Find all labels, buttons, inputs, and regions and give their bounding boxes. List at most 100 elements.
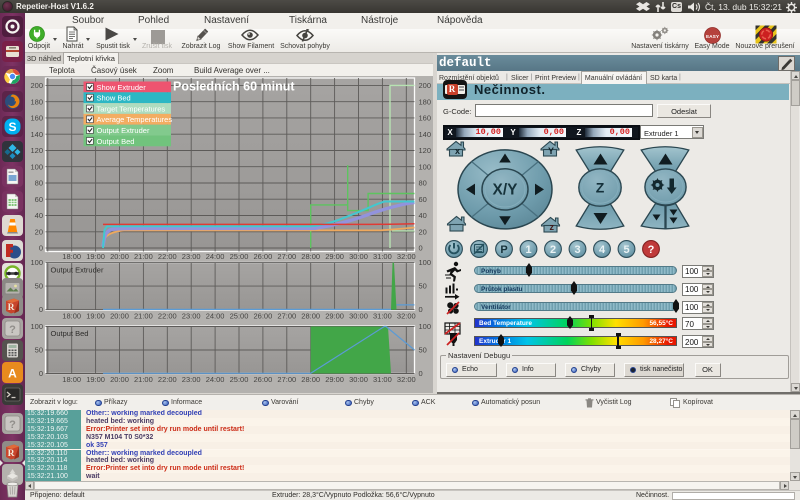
- svg-text:20: 20: [35, 227, 43, 236]
- svg-text:200: 200: [30, 81, 43, 90]
- svg-text:20:00: 20:00: [110, 312, 129, 321]
- svg-text:25:00: 25:00: [230, 312, 249, 321]
- svg-text:X/Y: X/Y: [493, 182, 519, 199]
- svg-text:Show Bed: Show Bed: [97, 94, 131, 103]
- svg-text:180: 180: [30, 97, 43, 106]
- svg-text:100: 100: [419, 162, 432, 171]
- svg-text:60: 60: [419, 195, 427, 204]
- svg-text:21:00: 21:00: [134, 252, 153, 261]
- svg-text:31:00: 31:00: [373, 312, 392, 321]
- svg-text:S: S: [8, 120, 16, 134]
- svg-text:29:00: 29:00: [325, 252, 344, 261]
- svg-text:180: 180: [419, 97, 432, 106]
- svg-text:18:00: 18:00: [62, 312, 81, 321]
- svg-text:50: 50: [35, 346, 43, 355]
- svg-text:32:00: 32:00: [397, 312, 416, 321]
- svg-text:Z: Z: [596, 180, 605, 196]
- svg-text:z: z: [550, 222, 555, 232]
- svg-text:19:00: 19:00: [86, 375, 105, 384]
- svg-text:22:00: 22:00: [158, 252, 177, 261]
- svg-text:1: 1: [525, 244, 531, 256]
- svg-text:200: 200: [419, 81, 432, 90]
- svg-text:?: ?: [9, 419, 16, 431]
- svg-text:A: A: [8, 366, 17, 380]
- svg-text:25:00: 25:00: [230, 375, 249, 384]
- svg-text:Output Extruder: Output Extruder: [51, 266, 104, 275]
- svg-text:22:00: 22:00: [158, 375, 177, 384]
- svg-text:120: 120: [30, 146, 43, 155]
- svg-text:40: 40: [35, 211, 43, 220]
- svg-text:40: 40: [419, 211, 427, 220]
- svg-text:0: 0: [39, 305, 43, 314]
- svg-text:24:00: 24:00: [206, 312, 225, 321]
- svg-text:EASY: EASY: [706, 34, 720, 40]
- svg-text:Y: Y: [548, 146, 554, 156]
- svg-text:120: 120: [419, 146, 432, 155]
- svg-text:29:00: 29:00: [325, 312, 344, 321]
- svg-text:Posledních 60 minut: Posledních 60 minut: [173, 80, 295, 94]
- svg-text:27:00: 27:00: [277, 312, 296, 321]
- svg-text:80: 80: [35, 179, 43, 188]
- svg-text:21:00: 21:00: [134, 312, 153, 321]
- svg-text:0: 0: [39, 244, 43, 253]
- svg-text:R: R: [8, 449, 15, 459]
- svg-text:Output Bed: Output Bed: [97, 137, 135, 146]
- svg-text:x: x: [455, 146, 460, 156]
- svg-text:100: 100: [30, 162, 43, 171]
- svg-text:23:00: 23:00: [182, 252, 201, 261]
- svg-text:5: 5: [623, 244, 629, 256]
- svg-text:50: 50: [35, 282, 43, 291]
- svg-text:22:00: 22:00: [158, 312, 177, 321]
- svg-text:27:00: 27:00: [277, 252, 296, 261]
- svg-text:26:00: 26:00: [254, 312, 273, 321]
- svg-text:Output Bed: Output Bed: [51, 329, 89, 338]
- svg-text:24:00: 24:00: [206, 375, 225, 384]
- svg-text:50: 50: [419, 346, 427, 355]
- svg-text:20: 20: [419, 227, 427, 236]
- svg-text:100: 100: [419, 258, 432, 267]
- svg-text:Average Temperatures: Average Temperatures: [97, 115, 173, 124]
- svg-text:18:00: 18:00: [62, 375, 81, 384]
- svg-text:26:00: 26:00: [254, 375, 273, 384]
- svg-text:23:00: 23:00: [182, 375, 201, 384]
- svg-text:Output Extruder: Output Extruder: [97, 126, 150, 135]
- svg-text:19:00: 19:00: [86, 252, 105, 261]
- svg-text:31:00: 31:00: [373, 375, 392, 384]
- svg-text:28:00: 28:00: [301, 375, 320, 384]
- svg-text:0: 0: [419, 369, 423, 378]
- svg-text:Show Extruder: Show Extruder: [97, 83, 147, 92]
- svg-text:20:00: 20:00: [110, 375, 129, 384]
- svg-text:140: 140: [419, 130, 432, 139]
- svg-text:24:00: 24:00: [206, 252, 225, 261]
- svg-text:28:00: 28:00: [301, 312, 320, 321]
- svg-text:0: 0: [419, 305, 423, 314]
- svg-text:Target Temperatures: Target Temperatures: [97, 104, 166, 113]
- svg-text:31:00: 31:00: [373, 252, 392, 261]
- svg-text:100: 100: [30, 258, 43, 267]
- svg-text:32:00: 32:00: [397, 375, 416, 384]
- svg-text:50: 50: [419, 282, 427, 291]
- svg-text:23:00: 23:00: [182, 312, 201, 321]
- svg-text:?: ?: [648, 244, 655, 256]
- svg-text:2: 2: [550, 244, 556, 256]
- svg-text:160: 160: [30, 114, 43, 123]
- svg-text:80: 80: [419, 179, 427, 188]
- svg-text:30:00: 30:00: [349, 375, 368, 384]
- svg-text:P: P: [500, 244, 507, 256]
- svg-text:25:00: 25:00: [230, 252, 249, 261]
- svg-text:160: 160: [419, 114, 432, 123]
- svg-text:0: 0: [419, 244, 423, 253]
- svg-text:100: 100: [419, 322, 432, 331]
- svg-text:100: 100: [30, 322, 43, 331]
- svg-text:27:00: 27:00: [277, 375, 296, 384]
- svg-text:26:00: 26:00: [254, 252, 273, 261]
- svg-text:3: 3: [574, 244, 580, 256]
- svg-text:30:00: 30:00: [349, 312, 368, 321]
- svg-text:4: 4: [599, 244, 606, 256]
- svg-text:?: ?: [9, 324, 16, 336]
- svg-text:30:00: 30:00: [349, 252, 368, 261]
- svg-text:19:00: 19:00: [86, 312, 105, 321]
- svg-text:0: 0: [39, 369, 43, 378]
- svg-text:20:00: 20:00: [110, 252, 129, 261]
- svg-text:28:00: 28:00: [301, 252, 320, 261]
